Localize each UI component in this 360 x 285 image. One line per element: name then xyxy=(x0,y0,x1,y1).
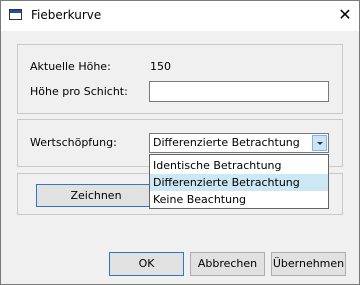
dropdown-option-differentiated[interactable]: Differenzierte Betrachtung xyxy=(150,174,328,191)
ok-button[interactable]: OK xyxy=(109,252,184,276)
cancel-button[interactable]: Abbrechen xyxy=(190,252,265,276)
apply-button[interactable]: Übernehmen xyxy=(271,252,346,276)
chevron-down-icon[interactable] xyxy=(312,135,327,151)
value-creation-label: Wertschöpfung: xyxy=(30,136,117,149)
height-group xyxy=(17,44,343,114)
current-height-label: Aktuelle Höhe: xyxy=(30,60,111,73)
height-per-layer-input[interactable] xyxy=(149,81,329,102)
dialog-window: Fieberkurve ✕ Aktuelle Höhe: 150 Höhe pr… xyxy=(0,0,360,285)
title-bar[interactable]: Fieberkurve ✕ xyxy=(1,1,359,31)
dropdown-option-none[interactable]: Keine Beachtung xyxy=(150,191,328,208)
dropdown-option-identical[interactable]: Identische Betrachtung xyxy=(150,157,328,174)
value-creation-selected: Differenzierte Betrachtung xyxy=(150,134,310,152)
height-per-layer-label: Höhe pro Schicht: xyxy=(30,85,128,98)
window-title: Fieberkurve xyxy=(31,8,102,22)
draw-button[interactable]: Zeichnen xyxy=(36,184,156,207)
value-creation-dropdown: Identische Betrachtung Differenzierte Be… xyxy=(149,154,329,209)
window-icon xyxy=(9,9,22,20)
close-button[interactable]: ✕ xyxy=(331,1,359,31)
value-creation-select[interactable]: Differenzierte Betrachtung xyxy=(149,133,329,153)
current-height-value: 150 xyxy=(150,60,171,73)
